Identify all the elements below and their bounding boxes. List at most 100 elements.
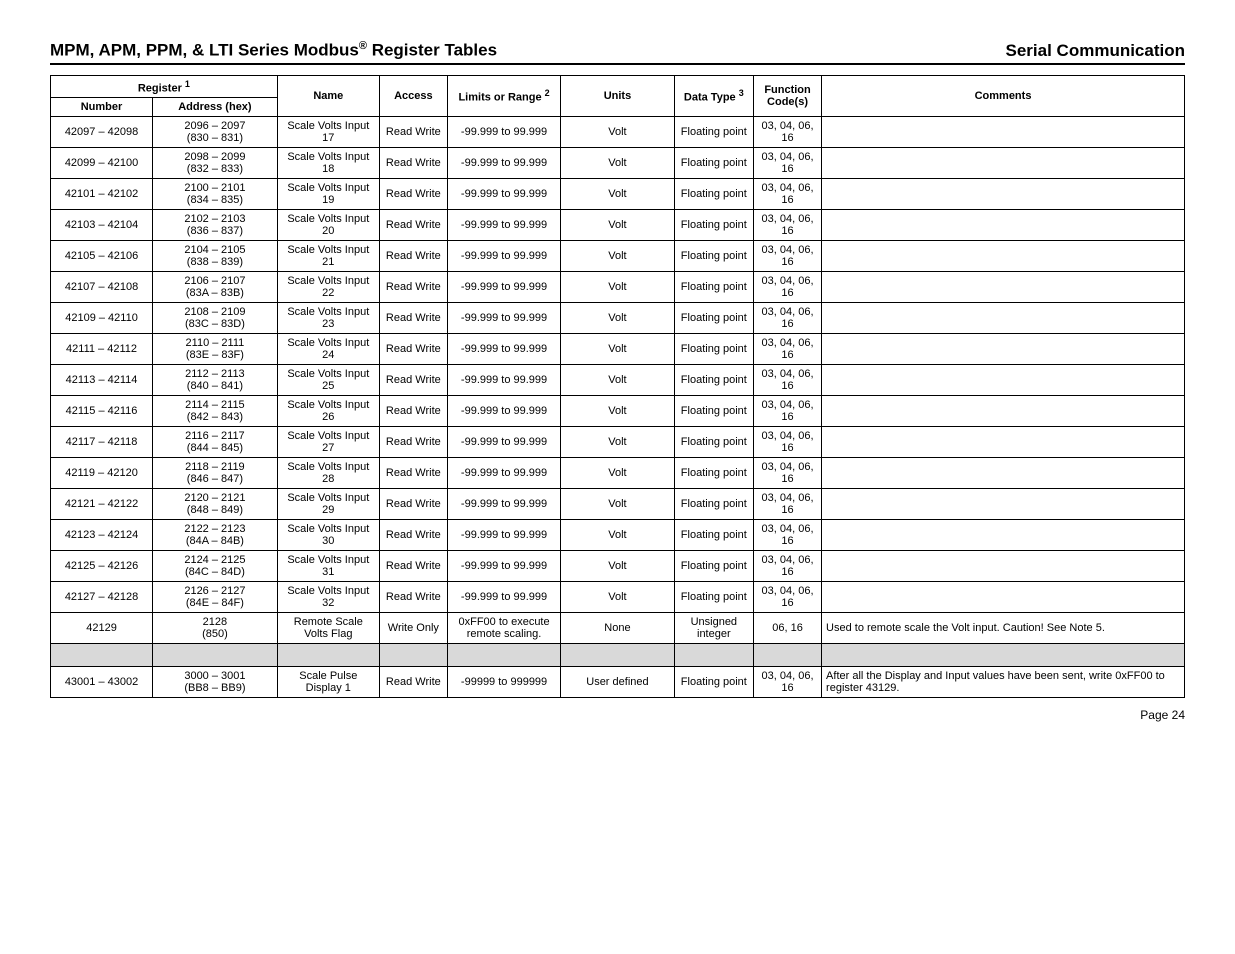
separator-cell [754,644,822,667]
cell-func: 03, 04, 06, 16 [754,396,822,427]
page-header: MPM, APM, PPM, & LTI Series Modbus® Regi… [50,40,1185,65]
cell-name: Scale Volts Input 20 [277,210,379,241]
title-text-a: MPM, APM, PPM, & LTI Series Modbus [50,41,359,60]
cell-addr: 2098 – 2099(832 – 833) [153,148,278,179]
col-function: Function Code(s) [754,75,822,117]
cell-addr: 2112 – 2113(840 – 841) [153,365,278,396]
cell-addr: 2128(850) [153,613,278,644]
cell-access: Read Write [379,520,447,551]
cell-access: Read Write [379,582,447,613]
cell-limits: -99.999 to 99.999 [447,520,560,551]
cell-type: Floating point [674,551,753,582]
cell-limits: -99.999 to 99.999 [447,179,560,210]
cell-addr: 2110 – 2111(83E – 83F) [153,334,278,365]
cell-access: Read Write [379,396,447,427]
cell-addr: 2100 – 2101(834 – 835) [153,179,278,210]
cell-units: Volt [561,520,674,551]
cell-access: Read Write [379,551,447,582]
cell-type: Floating point [674,427,753,458]
cell-units: Volt [561,365,674,396]
cell-num: 42125 – 42126 [51,551,153,582]
cell-name: Scale Volts Input 25 [277,365,379,396]
separator-cell [379,644,447,667]
cell-name: Remote Scale Volts Flag [277,613,379,644]
cell-limits: -99.999 to 99.999 [447,241,560,272]
cell-func: 03, 04, 06, 16 [754,210,822,241]
cell-comm [822,210,1185,241]
cell-func: 03, 04, 06, 16 [754,334,822,365]
cell-addr: 2102 – 2103(836 – 837) [153,210,278,241]
cell-num: 42101 – 42102 [51,179,153,210]
register-table: Register 1 Name Access Limits or Range 2… [50,75,1185,699]
cell-func: 03, 04, 06, 16 [754,551,822,582]
cell-num: 42113 – 42114 [51,365,153,396]
cell-type: Floating point [674,458,753,489]
cell-name: Scale Pulse Display 1 [277,667,379,698]
cell-units: Volt [561,396,674,427]
cell-access: Read Write [379,489,447,520]
cell-type: Floating point [674,179,753,210]
cell-func: 03, 04, 06, 16 [754,489,822,520]
cell-limits: -99.999 to 99.999 [447,396,560,427]
cell-addr: 2116 – 2117(844 – 845) [153,427,278,458]
cell-num: 42103 – 42104 [51,210,153,241]
cell-comm: After all the Display and Input values h… [822,667,1185,698]
cell-comm [822,179,1185,210]
cell-addr: 2118 – 2119(846 – 847) [153,458,278,489]
table-row: 42107 – 421082106 – 2107(83A – 83B)Scale… [51,272,1185,303]
cell-num: 43001 – 43002 [51,667,153,698]
cell-access: Read Write [379,272,447,303]
col-address: Address (hex) [153,98,278,117]
cell-name: Scale Volts Input 19 [277,179,379,210]
cell-num: 42111 – 42112 [51,334,153,365]
cell-limits: -99.999 to 99.999 [447,210,560,241]
col-comments: Comments [822,75,1185,117]
table-row: 421292128(850)Remote Scale Volts FlagWri… [51,613,1185,644]
col-limits: Limits or Range 2 [447,75,560,117]
table-row: 43001 – 430023000 – 3001(BB8 – BB9)Scale… [51,667,1185,698]
cell-num: 42119 – 42120 [51,458,153,489]
cell-num: 42117 – 42118 [51,427,153,458]
cell-limits: -99.999 to 99.999 [447,272,560,303]
cell-units: None [561,613,674,644]
cell-units: Volt [561,179,674,210]
cell-units: Volt [561,303,674,334]
cell-access: Read Write [379,179,447,210]
cell-access: Read Write [379,365,447,396]
table-row: 42111 – 421122110 – 2111(83E – 83F)Scale… [51,334,1185,365]
cell-units: User defined [561,667,674,698]
cell-func: 03, 04, 06, 16 [754,458,822,489]
cell-num: 42121 – 42122 [51,489,153,520]
cell-comm [822,396,1185,427]
table-row: 42123 – 421242122 – 2123(84A – 84B)Scale… [51,520,1185,551]
cell-comm [822,427,1185,458]
cell-limits: -99.999 to 99.999 [447,303,560,334]
col-number: Number [51,98,153,117]
cell-access: Read Write [379,667,447,698]
cell-name: Scale Volts Input 21 [277,241,379,272]
cell-name: Scale Volts Input 17 [277,117,379,148]
cell-access: Read Write [379,117,447,148]
cell-name: Scale Volts Input 22 [277,272,379,303]
separator-cell [674,644,753,667]
cell-addr: 2108 – 2109(83C – 83D) [153,303,278,334]
table-row: 42113 – 421142112 – 2113(840 – 841)Scale… [51,365,1185,396]
cell-type: Floating point [674,148,753,179]
cell-name: Scale Volts Input 32 [277,582,379,613]
cell-name: Scale Volts Input 28 [277,458,379,489]
cell-num: 42109 – 42110 [51,303,153,334]
cell-comm: Used to remote scale the Volt input. Cau… [822,613,1185,644]
cell-units: Volt [561,148,674,179]
cell-units: Volt [561,272,674,303]
cell-limits: -99.999 to 99.999 [447,365,560,396]
cell-num: 42123 – 42124 [51,520,153,551]
registered-symbol: ® [359,40,367,52]
header-title-right: Serial Communication [1006,41,1185,61]
cell-addr: 2120 – 2121(848 – 849) [153,489,278,520]
table-row: 42127 – 421282126 – 2127(84E – 84F)Scale… [51,582,1185,613]
cell-comm [822,334,1185,365]
cell-limits: 0xFF00 to execute remote scaling. [447,613,560,644]
cell-comm [822,365,1185,396]
table-row: 42125 – 421262124 – 2125(84C – 84D)Scale… [51,551,1185,582]
cell-func: 03, 04, 06, 16 [754,272,822,303]
